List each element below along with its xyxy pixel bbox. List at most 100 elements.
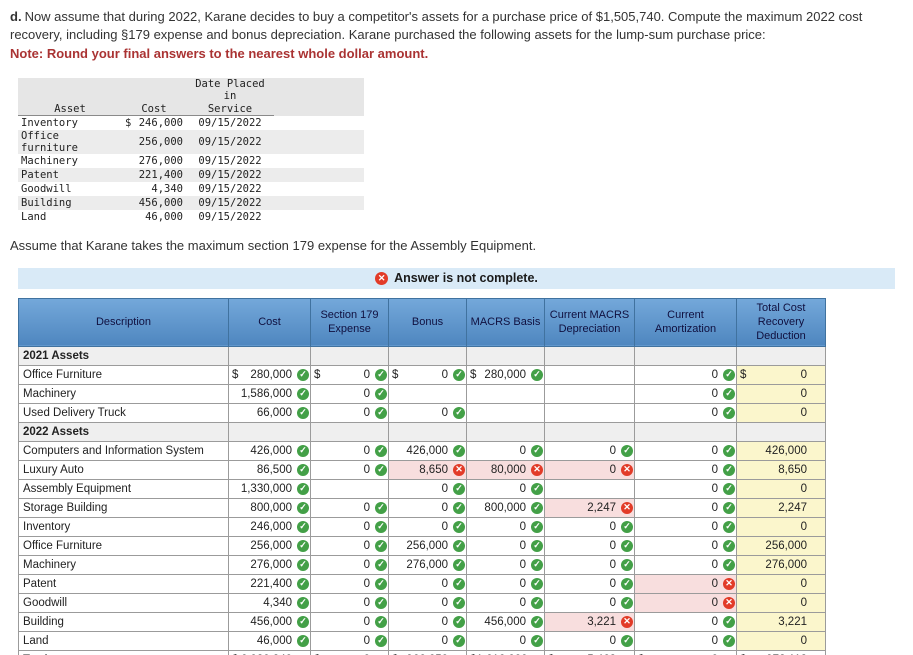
entry-cell-amort[interactable]: 0 ✓ (634, 630, 737, 651)
entry-cell-macrs[interactable]: 0 ✓ (466, 535, 545, 556)
cell-content: 0 ✓ (635, 385, 736, 403)
entry-cell-cost[interactable]: 246,000 ✓ (228, 516, 311, 537)
entry-cell-bonus[interactable]: 8,650 ✕ (388, 459, 467, 480)
column-header: Current Amortization (634, 297, 737, 347)
entry-cell-s179[interactable]: 0 ✓ (310, 516, 389, 537)
entry-cell-amort[interactable]: 0 ✓ (634, 611, 737, 632)
cell-value: 46,000 (256, 634, 292, 647)
entry-cell-s179[interactable]: 0 ✓ (310, 440, 389, 461)
entry-cell-bonus[interactable]: 0 ✓ (388, 516, 467, 537)
entry-cell-cost[interactable]: $280,000 ✓ (228, 364, 311, 385)
entry-cell-cost[interactable]: 426,000 ✓ (228, 440, 311, 461)
entry-cell-amort[interactable]: 0 ✓ (634, 440, 737, 461)
entry-cell-cost[interactable]: 1,330,000 ✓ (228, 478, 311, 499)
entry-cell-bonus[interactable]: $0 ✓ (388, 364, 467, 385)
entry-cell-s179[interactable]: 0 ✓ (310, 459, 389, 480)
entry-cell-amort[interactable]: 0 ✓ (634, 383, 737, 404)
entry-cell-macrs[interactable]: 0 ✓ (466, 440, 545, 461)
entry-cell-depr[interactable]: 0 ✓ (544, 535, 635, 556)
entry-cell-amort[interactable]: 0 ✓ (634, 478, 737, 499)
entry-cell-macrs[interactable]: 0 ✓ (466, 554, 545, 575)
check-icon: ✓ (621, 558, 633, 571)
entry-cell-depr[interactable]: 0 ✓ (544, 440, 635, 461)
cell-content: $1,616,000 (467, 651, 544, 655)
entry-cell-cost[interactable]: 1,586,000 ✓ (228, 383, 311, 404)
entry-cell-macrs[interactable]: 800,000 ✓ (466, 497, 545, 518)
entry-cell-macrs[interactable]: 0 ✓ (466, 573, 545, 594)
mark-slot: ✓ (294, 444, 309, 457)
entry-cell-depr[interactable]: 0 ✕ (544, 459, 635, 480)
entry-cell-amort[interactable]: 0 ✓ (634, 402, 737, 423)
entry-cell-s179[interactable]: 0 ✓ (310, 383, 389, 404)
mark-slot: ✓ (294, 558, 309, 571)
entry-cell-amort[interactable]: 0 ✓ (634, 497, 737, 518)
entry-cell-cost[interactable]: 456,000 ✓ (228, 611, 311, 632)
cell-value: 0 (363, 634, 370, 647)
entry-cell-amort[interactable]: 0 ✓ (634, 459, 737, 480)
entry-cell-amort[interactable]: 0 ✕ (634, 592, 737, 613)
cell-value: 0 (609, 558, 616, 571)
entry-cell-macrs[interactable]: $280,000 ✓ (466, 364, 545, 385)
error-x-icon: ✕ (375, 271, 389, 285)
entry-cell-cost[interactable]: 276,000 ✓ (228, 554, 311, 575)
entry-cell-cost[interactable]: 46,000 ✓ (228, 630, 311, 651)
entry-cell-cost[interactable]: 86,500 ✓ (228, 459, 311, 480)
entry-cell-depr[interactable]: 0 ✓ (544, 554, 635, 575)
entry-cell-bonus[interactable]: 0 ✓ (388, 497, 467, 518)
entry-cell-depr[interactable]: 0 ✓ (544, 592, 635, 613)
cell-content: 0 ✓ (311, 556, 388, 574)
cell-content: 0 ✓ (467, 518, 544, 536)
entry-cell-macrs[interactable]: 0 ✓ (466, 592, 545, 613)
entry-cell-depr[interactable]: 2,247 ✕ (544, 497, 635, 518)
cell-value: 0 (711, 463, 718, 476)
entry-cell-depr[interactable]: 0 ✓ (544, 516, 635, 537)
entry-cell-cost[interactable]: 66,000 ✓ (228, 402, 311, 423)
entry-cell-s179[interactable]: 0 ✓ (310, 630, 389, 651)
entry-cell-s179[interactable]: 0 ✓ (310, 535, 389, 556)
entry-cell-s179[interactable]: 0 ✓ (310, 497, 389, 518)
check-icon: ✓ (453, 577, 465, 590)
mark-slot: ✓ (372, 444, 387, 457)
entry-cell-depr[interactable]: 3,221 ✕ (544, 611, 635, 632)
cell-content: 0 ✓ (389, 575, 466, 593)
description-cell: Storage Building (18, 497, 229, 518)
entry-cell-depr[interactable]: 0 ✓ (544, 573, 635, 594)
cell-content: 0 (737, 632, 825, 650)
asset-row: Land 46,000 09/15/2022 (18, 210, 364, 224)
entry-cell-bonus[interactable]: 256,000 ✓ (388, 535, 467, 556)
entry-cell-s179[interactable]: 0 ✓ (310, 554, 389, 575)
entry-cell-cost[interactable]: 800,000 ✓ (228, 497, 311, 518)
entry-cell-s179[interactable]: $0 ✓ (310, 364, 389, 385)
entry-cell-s179[interactable]: 0 ✓ (310, 592, 389, 613)
entry-cell-s179[interactable]: 0 ✓ (310, 573, 389, 594)
entry-cell-cost[interactable]: 221,400 ✓ (228, 573, 311, 594)
entry-cell-macrs[interactable]: 80,000 ✕ (466, 459, 545, 480)
entry-cell-bonus[interactable]: 426,000 ✓ (388, 440, 467, 461)
cell-content: 1,330,000 ✓ (229, 480, 310, 498)
entry-cell-cost[interactable]: 256,000 ✓ (228, 535, 311, 556)
dollar-sign: $ (740, 368, 747, 381)
entry-cell-amort[interactable]: 0 ✕ (634, 573, 737, 594)
entry-cell-bonus[interactable]: 0 ✓ (388, 592, 467, 613)
entry-cell-amort[interactable]: 0 ✓ (634, 554, 737, 575)
entry-cell-bonus[interactable]: 0 ✓ (388, 630, 467, 651)
entry-cell-macrs[interactable]: 456,000 ✓ (466, 611, 545, 632)
entry-cell-amort[interactable]: 0 ✓ (634, 516, 737, 537)
entry-cell-amort[interactable]: 0 ✓ (634, 535, 737, 556)
entry-cell-bonus[interactable]: 0 ✓ (388, 573, 467, 594)
entry-cell-bonus[interactable]: 0 ✓ (388, 611, 467, 632)
entry-cell-macrs[interactable]: 0 ✓ (466, 630, 545, 651)
entry-cell-bonus[interactable]: 0 ✓ (388, 402, 467, 423)
mark-slot: ✓ (720, 615, 735, 628)
entry-cell-bonus[interactable]: 276,000 ✓ (388, 554, 467, 575)
cell-value: 80,000 (490, 463, 526, 476)
entry-cell-macrs[interactable]: 0 ✓ (466, 478, 545, 499)
entry-cell-s179[interactable]: 0 ✓ (310, 611, 389, 632)
entry-cell-s179: $0 (310, 649, 389, 655)
entry-cell-depr[interactable]: 0 ✓ (544, 630, 635, 651)
entry-cell-bonus[interactable]: 0 ✓ (388, 478, 467, 499)
entry-cell-s179[interactable]: 0 ✓ (310, 402, 389, 423)
entry-cell-macrs[interactable]: 0 ✓ (466, 516, 545, 537)
entry-cell-amort[interactable]: 0 ✓ (634, 364, 737, 385)
entry-cell-cost[interactable]: 4,340 ✓ (228, 592, 311, 613)
